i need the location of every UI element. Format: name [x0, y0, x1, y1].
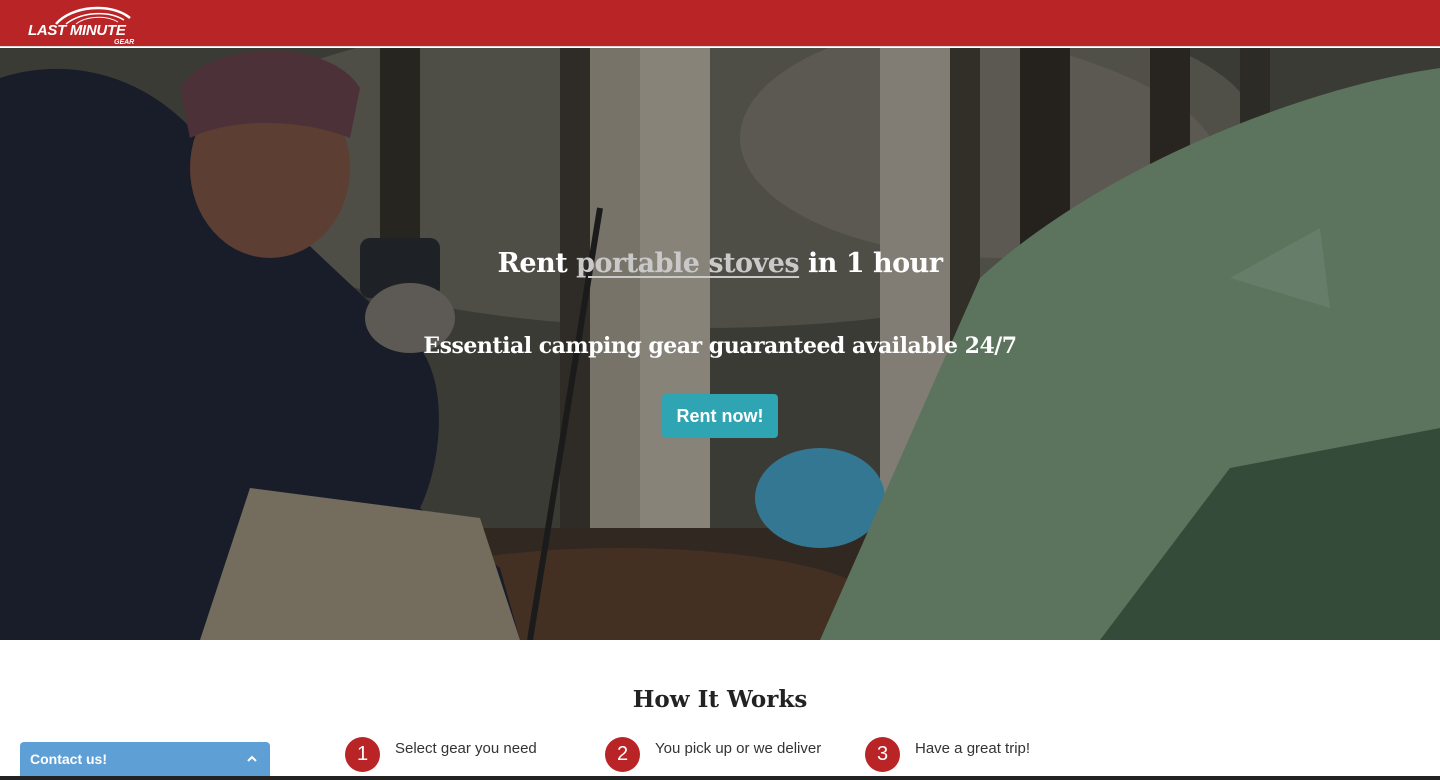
hero-title-link[interactable]: portable stoves: [576, 248, 800, 279]
hero-section: Rent portable stoves in 1 hour Essential…: [0, 48, 1440, 640]
rent-now-button[interactable]: Rent now!: [662, 394, 778, 438]
step-text: Have a great trip!: [915, 740, 1031, 757]
page-bottom-border: [0, 776, 1440, 780]
step-number-badge: 1: [345, 737, 380, 772]
hero-subtitle: Essential camping gear guaranteed availa…: [423, 333, 1017, 359]
hero-title-suffix: in 1 hour: [799, 248, 943, 279]
chevron-up-icon[interactable]: [246, 753, 258, 765]
contact-us-widget[interactable]: Contact us!: [20, 742, 270, 780]
step-number-badge: 3: [865, 737, 900, 772]
logo-subtext: GEAR: [114, 39, 135, 46]
hero-title: Rent portable stoves in 1 hour: [0, 248, 1440, 279]
step-text: You pick up or we deliver: [655, 740, 822, 757]
top-navbar: LAST MINUTE GEAR: [0, 0, 1440, 47]
contact-us-label: Contact us!: [30, 751, 107, 767]
how-it-works-title: How It Works: [632, 686, 808, 713]
logo-text: LAST MINUTE: [28, 22, 126, 39]
hero-title-prefix: Rent: [497, 248, 577, 279]
last-minute-gear-logo[interactable]: LAST MINUTE GEAR: [26, 4, 142, 46]
step-text: Select gear you need: [395, 740, 537, 757]
step-number-badge: 2: [605, 737, 640, 772]
